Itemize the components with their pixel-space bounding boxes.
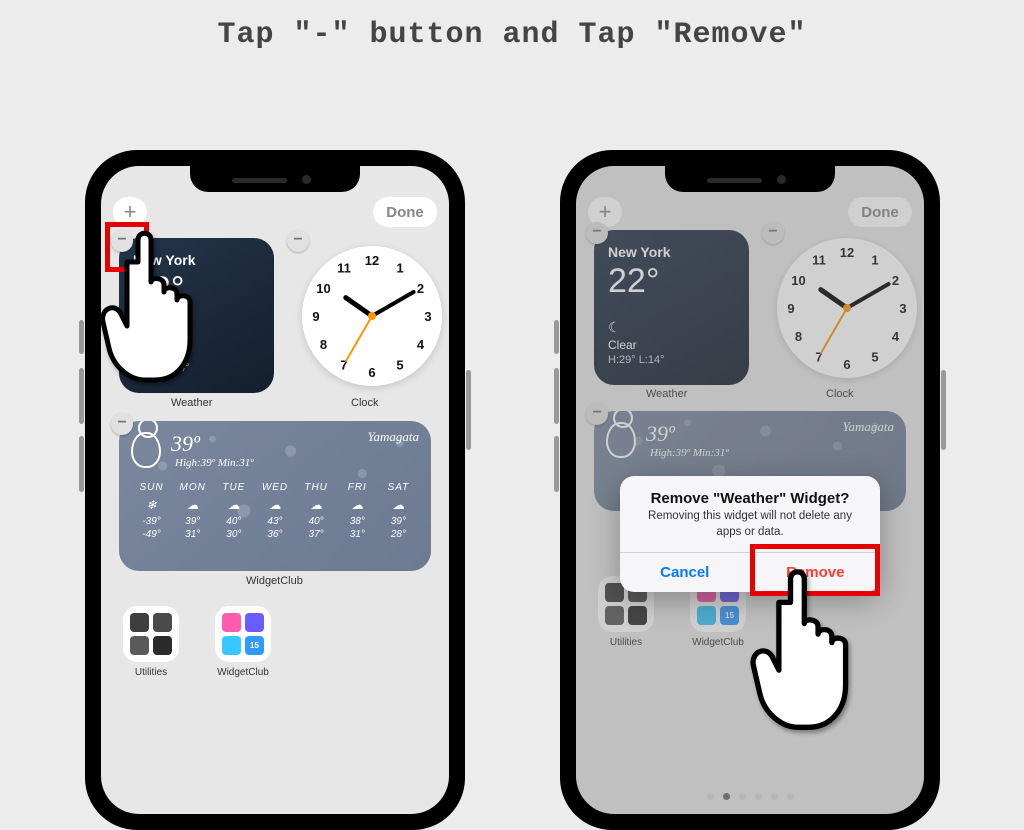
page-dot[interactable] <box>771 793 778 800</box>
page-dot[interactable] <box>707 793 714 800</box>
svg-text:5: 5 <box>396 357 403 372</box>
svg-text:11: 11 <box>337 260 351 275</box>
app-folders: Utilities 15 WidgetClub <box>119 606 275 678</box>
hand-pointer-icon <box>742 560 892 745</box>
svg-text:4: 4 <box>416 337 424 352</box>
forecast-day: MON☁︎ 39°31° <box>172 481 213 542</box>
forecast-label: WidgetClub <box>246 575 303 587</box>
snowman-icon <box>131 432 161 468</box>
forecast-temp: 39º <box>171 431 254 457</box>
hand-pointer-icon <box>93 222 233 397</box>
instruction-title: Tap "-" button and Tap "Remove" <box>0 18 1024 52</box>
clock-widget[interactable]: 121234567891011 <box>294 238 449 393</box>
folder-label: WidgetClub <box>211 667 275 678</box>
forecast-day: THU☁︎ 40°37° <box>296 481 337 542</box>
cancel-button[interactable]: Cancel <box>620 553 751 592</box>
forecast-day: SUN❄︎ -39°-49° <box>131 481 172 542</box>
svg-text:10: 10 <box>316 281 330 296</box>
app-folder[interactable]: Utilities <box>119 606 183 678</box>
mute-switch[interactable] <box>79 436 84 492</box>
weather-label: Weather <box>171 397 212 409</box>
svg-text:6: 6 <box>368 365 375 380</box>
svg-text:9: 9 <box>312 309 319 324</box>
power-button[interactable] <box>941 370 946 450</box>
notch <box>665 166 835 192</box>
remove-forecast-badge[interactable]: − <box>111 413 133 435</box>
volume-down-button[interactable] <box>79 368 84 424</box>
mute-switch[interactable] <box>554 436 559 492</box>
alert-title: Remove "Weather" Widget? <box>620 476 880 509</box>
app-folder[interactable]: 15 WidgetClub <box>211 606 275 678</box>
remove-clock-badge[interactable]: − <box>287 230 309 252</box>
svg-text:1: 1 <box>396 260 403 275</box>
page-dot[interactable] <box>739 793 746 800</box>
page-dot[interactable] <box>755 793 762 800</box>
page-indicator[interactable] <box>576 793 924 800</box>
forecast-days: SUN❄︎ -39°-49° MON☁︎ 39°31° TUE☁︎ 40°30°… <box>131 481 419 542</box>
analog-clock-icon: 121234567891011 <box>302 246 442 386</box>
forecast-day: TUE☁︎ 40°30° <box>213 481 254 542</box>
page-dot[interactable] <box>723 793 730 800</box>
forecast-hilo: High:39º Min:31º <box>175 457 254 469</box>
svg-text:3: 3 <box>424 309 431 324</box>
svg-text:2: 2 <box>416 281 423 296</box>
volume-down-button[interactable] <box>554 368 559 424</box>
volume-up-button[interactable] <box>554 320 559 354</box>
volume-up-button[interactable] <box>79 320 84 354</box>
notch <box>190 166 360 192</box>
done-button[interactable]: Done <box>373 197 437 227</box>
forecast-day: SAT☁︎ 39°28° <box>378 481 419 542</box>
svg-text:12: 12 <box>364 253 378 268</box>
page-dot[interactable] <box>787 793 794 800</box>
clock-label: Clock <box>351 397 379 409</box>
power-button[interactable] <box>466 370 471 450</box>
forecast-day: WED☁︎ 43°36° <box>254 481 295 542</box>
forecast-widget[interactable]: Yamagata 39º High:39º Min:31º SUN❄︎ -39°… <box>119 421 431 571</box>
folder-label: Utilities <box>119 667 183 678</box>
forecast-day: FRI☁︎ 38°31° <box>337 481 378 542</box>
svg-text:8: 8 <box>319 337 326 352</box>
